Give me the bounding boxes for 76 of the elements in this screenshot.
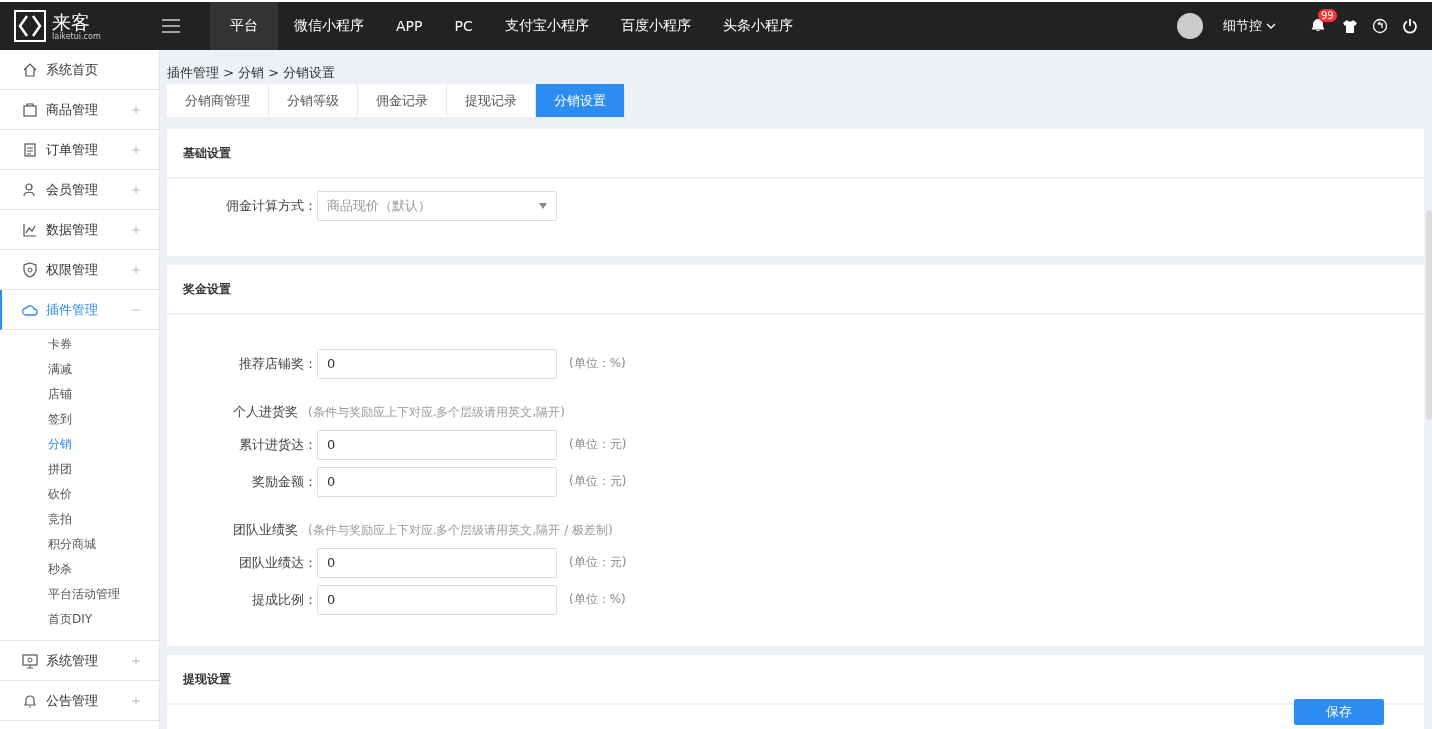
logo-text: 来客	[52, 11, 90, 32]
field-label: 推荐店铺奖：	[238, 354, 317, 373]
sidebar-subitem[interactable]: 秒杀	[0, 557, 159, 582]
sidebar-subitem[interactable]: 分销	[0, 432, 159, 457]
input-field[interactable]: 0	[317, 584, 557, 615]
nav-tab[interactable]: PC	[438, 2, 489, 50]
bag-icon	[22, 101, 38, 118]
group-hint: (条件与奖励应上下对应.多个层级请用英文,隔开)	[308, 403, 565, 421]
plus-icon[interactable]	[131, 104, 141, 115]
notification-badge: 99	[1318, 9, 1337, 22]
chevron-down-icon[interactable]	[1266, 23, 1276, 29]
unit-hint: (单位：元)	[569, 554, 627, 571]
field-label: 团队业绩达：	[238, 553, 317, 572]
field-label: 提成比例：	[251, 590, 317, 609]
shield-icon	[22, 261, 38, 278]
nav-tab[interactable]: 平台	[210, 2, 278, 50]
unit-hint: (单位：元)	[569, 473, 627, 490]
scrollbar[interactable]	[1426, 210, 1432, 420]
nav-tab[interactable]: APP	[380, 2, 439, 50]
input-field[interactable]: 0	[317, 429, 557, 460]
bell-icon	[22, 692, 38, 709]
sidebar-subitem[interactable]: 积分商城	[0, 532, 159, 557]
plus-icon[interactable]	[131, 144, 141, 155]
menu-icon[interactable]	[162, 19, 180, 33]
plus-icon[interactable]	[131, 264, 141, 275]
logo-icon	[14, 10, 46, 42]
caret-icon[interactable]	[539, 202, 547, 209]
sidebar-subitem[interactable]: 竞拍	[0, 507, 159, 532]
monitor-icon	[22, 652, 38, 669]
sidebar-subitem[interactable]: 签到	[0, 407, 159, 432]
plus-icon[interactable]	[131, 695, 141, 706]
user-icon	[22, 181, 38, 198]
bell-icon[interactable]	[1310, 17, 1326, 33]
sidebar-subitem[interactable]: 满减	[0, 357, 159, 382]
nav-tab[interactable]: 微信小程序	[278, 2, 380, 50]
home-icon	[22, 61, 38, 78]
input-field[interactable]: 0	[317, 547, 557, 578]
power-icon[interactable]	[1402, 18, 1418, 34]
unit-hint: (单位：%)	[569, 591, 626, 608]
shirt-icon[interactable]	[1342, 18, 1358, 34]
refresh-icon[interactable]	[1372, 18, 1388, 34]
unit-hint: (单位：元)	[569, 436, 627, 453]
sidebar-subitem[interactable]: 拼团	[0, 457, 159, 482]
logo-subtitle: laiketui.com	[52, 31, 101, 41]
input-field[interactable]: 0	[317, 348, 557, 379]
breadcrumb: 插件管理 > 分销 > 分销设置	[167, 65, 336, 80]
plus-icon[interactable]	[131, 655, 141, 666]
nav-tab[interactable]: 百度小程序	[604, 2, 707, 50]
input-field[interactable]: 0	[317, 466, 557, 497]
user-menu[interactable]: 细节控	[1217, 16, 1282, 36]
group-hint: (条件与奖励应上下对应.多个层级请用英文,隔开 / 极差制)	[308, 521, 613, 539]
field-label: 佣金计算方式：	[225, 196, 317, 215]
field-label: 奖励金额：	[251, 472, 317, 491]
nav-tab[interactable]: 支付宝小程序	[488, 2, 605, 50]
plus-icon[interactable]	[131, 224, 141, 235]
group-label: 团队业绩奖	[233, 521, 298, 539]
sidebar-subitem[interactable]: 平台活动管理	[0, 582, 159, 607]
avatar[interactable]	[1177, 13, 1203, 39]
doc-icon	[22, 141, 38, 158]
section-title: 奖金设置	[167, 265, 1424, 315]
group-label: 个人进货奖	[233, 403, 298, 421]
tab[interactable]: 分销等级	[269, 84, 358, 117]
tab[interactable]: 分销商管理	[167, 84, 269, 117]
unit-hint: (单位：%)	[569, 355, 626, 372]
sidebar-subitem[interactable]: 首页DIY	[0, 607, 159, 632]
sidebar-subitem[interactable]: 卡券	[0, 332, 159, 357]
plus-icon[interactable]	[131, 184, 141, 195]
sidebar-subitem[interactable]: 店铺	[0, 382, 159, 407]
tab[interactable]: 佣金记录	[358, 84, 447, 117]
chart-icon	[22, 221, 38, 238]
field-label: 累计进货达：	[238, 435, 317, 454]
sidebar-item[interactable]: 插件管理	[0, 290, 159, 330]
nav-tab[interactable]: 头条小程序	[706, 2, 809, 50]
sidebar-subitem[interactable]: 砍价	[0, 482, 159, 507]
section-title: 基础设置	[167, 129, 1424, 179]
tab[interactable]: 提现记录	[447, 84, 536, 117]
